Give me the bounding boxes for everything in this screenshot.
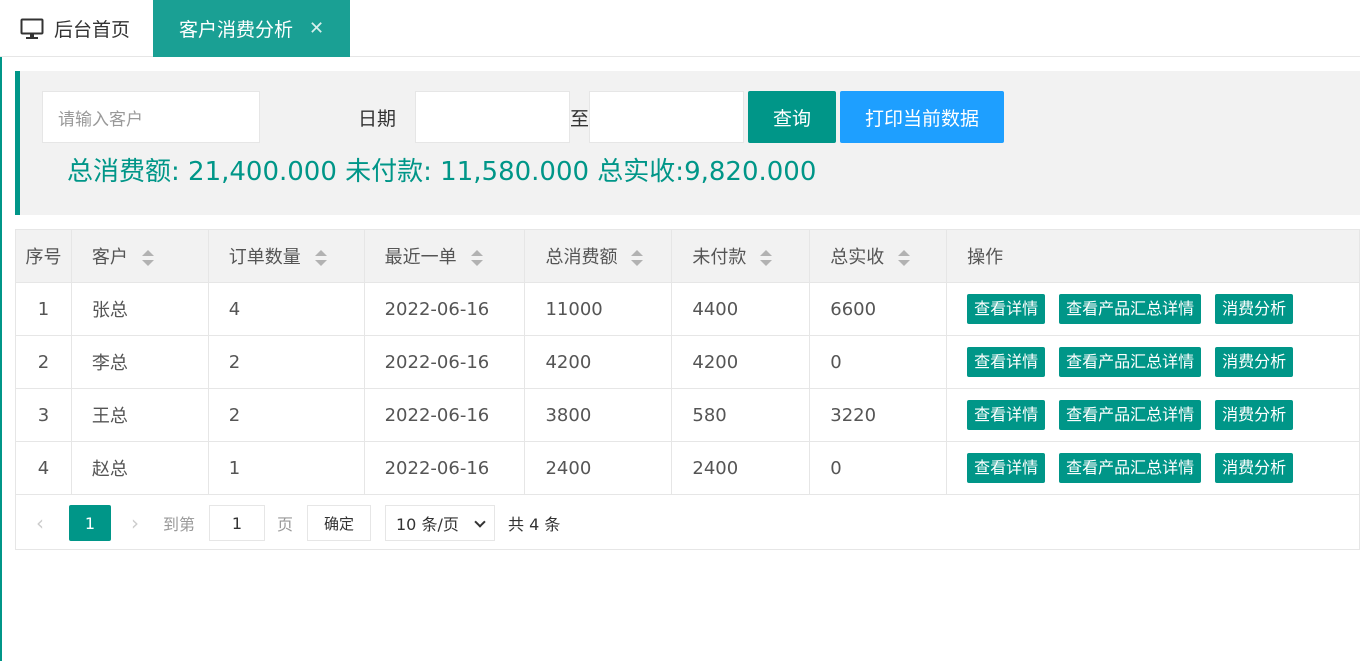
cell-total: 2400 xyxy=(524,441,673,495)
goto-label: 到第 xyxy=(163,515,196,534)
tab-bar: 后台首页 客户消费分析 ✕ xyxy=(0,0,1360,57)
page-number-input[interactable]: 1 xyxy=(209,505,265,541)
consumption-analysis-button[interactable]: 消费分析 xyxy=(1215,294,1294,324)
total-count-label: 共 4 条 xyxy=(508,515,561,534)
cell-orders: 1 xyxy=(207,441,365,495)
search-panel: 请输入客户 日期 至 查询 打印当前数据 总消费额: 21,400.000 未付… xyxy=(15,71,1360,215)
cell-unpaid: 4200 xyxy=(671,335,811,389)
header-total-label: 总消费额 xyxy=(545,247,618,268)
cell-customer: 王总 xyxy=(70,388,209,442)
view-detail-button[interactable]: 查看详情 xyxy=(967,294,1046,324)
cell-unpaid: 4400 xyxy=(671,282,811,336)
view-product-summary-button[interactable]: 查看产品汇总详情 xyxy=(1059,347,1202,377)
customer-table: 序号 客户 订单数量 最近一单 总消费额 未付款 总实收 操作 1 张总 4 2… xyxy=(15,229,1360,495)
table-row: 2 李总 2 2022-06-16 4200 4200 0 查看详情 查看产品汇总… xyxy=(15,335,1360,389)
cell-received: 3220 xyxy=(809,388,948,442)
customer-search-input[interactable]: 请输入客户 xyxy=(42,91,260,143)
cell-last-order: 2022-06-16 xyxy=(363,441,526,495)
header-customer-label: 客户 xyxy=(91,247,128,268)
cell-orders: 2 xyxy=(207,335,365,389)
header-received-label: 总实收 xyxy=(830,247,885,268)
left-accent-rail xyxy=(0,0,2,661)
consumption-analysis-button[interactable]: 消费分析 xyxy=(1215,400,1294,430)
pagination: ‹ 1 › 到第 1 页 确定 10 条/页 共 4 条 xyxy=(15,494,1360,550)
header-unpaid[interactable]: 未付款 xyxy=(671,229,811,283)
header-actions: 操作 xyxy=(946,229,1360,283)
query-button[interactable]: 查询 xyxy=(748,91,836,143)
header-orders[interactable]: 订单数量 xyxy=(207,229,365,283)
sort-icon[interactable] xyxy=(314,250,327,266)
table-row: 3 王总 2 2022-06-16 3800 580 3220 查看详情 查看产品… xyxy=(15,388,1360,442)
cell-orders: 4 xyxy=(207,282,365,336)
tab-customer-analysis[interactable]: 客户消费分析 ✕ xyxy=(153,0,350,57)
header-unpaid-label: 未付款 xyxy=(692,247,747,268)
tab-home-label: 后台首页 xyxy=(54,19,131,41)
cell-customer: 李总 xyxy=(70,335,209,389)
tab-home[interactable]: 后台首页 xyxy=(20,0,153,57)
consumption-analysis-button[interactable]: 消费分析 xyxy=(1215,347,1294,377)
cell-seq: 4 xyxy=(15,441,72,495)
cell-total: 4200 xyxy=(524,335,673,389)
cell-seq: 2 xyxy=(15,335,72,389)
summary-text: 总消费额: 21,400.000 未付款: 11,580.000 总实收:9,8… xyxy=(67,157,817,187)
monitor-icon xyxy=(20,18,44,39)
page-size-select[interactable]: 10 条/页 xyxy=(385,505,495,541)
view-detail-button[interactable]: 查看详情 xyxy=(967,347,1046,377)
sort-icon[interactable] xyxy=(470,250,483,266)
table-header-row: 序号 客户 订单数量 最近一单 总消费额 未付款 总实收 操作 xyxy=(15,229,1360,283)
cell-received: 0 xyxy=(809,441,948,495)
sort-icon[interactable] xyxy=(898,250,911,266)
header-received[interactable]: 总实收 xyxy=(809,229,948,283)
cell-received: 0 xyxy=(809,335,948,389)
cell-total: 3800 xyxy=(524,388,673,442)
view-detail-button[interactable]: 查看详情 xyxy=(967,453,1046,483)
cell-last-order: 2022-06-16 xyxy=(363,335,526,389)
consumption-analysis-button[interactable]: 消费分析 xyxy=(1215,453,1294,483)
header-last-order[interactable]: 最近一单 xyxy=(363,229,526,283)
cell-seq: 3 xyxy=(15,388,72,442)
table-row: 4 赵总 1 2022-06-16 2400 2400 0 查看详情 查看产品汇总… xyxy=(15,441,1360,495)
page-size-value: 10 条/页 xyxy=(396,515,459,534)
header-seq: 序号 xyxy=(15,229,72,283)
cell-orders: 2 xyxy=(207,388,365,442)
print-button[interactable]: 打印当前数据 xyxy=(840,91,1004,143)
cell-last-order: 2022-06-16 xyxy=(363,388,526,442)
sort-icon[interactable] xyxy=(760,250,773,266)
cell-last-order: 2022-06-16 xyxy=(363,282,526,336)
cell-unpaid: 580 xyxy=(671,388,811,442)
next-page-icon[interactable]: › xyxy=(131,505,139,541)
cell-actions: 查看详情 查看产品汇总详情 消费分析 xyxy=(946,282,1360,336)
header-customer[interactable]: 客户 xyxy=(70,229,209,283)
confirm-page-button[interactable]: 确定 xyxy=(307,505,371,541)
cell-customer: 张总 xyxy=(70,282,209,336)
cell-received: 6600 xyxy=(809,282,948,336)
end-date-input[interactable] xyxy=(589,91,744,143)
sort-icon[interactable] xyxy=(141,250,154,266)
close-icon[interactable]: ✕ xyxy=(309,18,324,39)
tab-active-label: 客户消费分析 xyxy=(178,19,293,41)
cell-actions: 查看详情 查看产品汇总详情 消费分析 xyxy=(946,335,1360,389)
view-product-summary-button[interactable]: 查看产品汇总详情 xyxy=(1059,453,1202,483)
cell-customer: 赵总 xyxy=(70,441,209,495)
header-last-order-label: 最近一单 xyxy=(384,247,457,268)
view-product-summary-button[interactable]: 查看产品汇总详情 xyxy=(1059,400,1202,430)
header-orders-label: 订单数量 xyxy=(228,247,301,268)
to-label: 至 xyxy=(570,108,590,130)
view-product-summary-button[interactable]: 查看产品汇总详情 xyxy=(1059,294,1202,324)
cell-actions: 查看详情 查看产品汇总详情 消费分析 xyxy=(946,388,1360,442)
cell-seq: 1 xyxy=(15,282,72,336)
current-page-button[interactable]: 1 xyxy=(69,505,111,541)
chevron-down-icon xyxy=(474,516,486,528)
prev-page-icon[interactable]: ‹ xyxy=(36,505,44,541)
cell-actions: 查看详情 查看产品汇总详情 消费分析 xyxy=(946,441,1360,495)
table-row: 1 张总 4 2022-06-16 11000 4400 6600 查看详情 查看… xyxy=(15,282,1360,336)
page-unit-label: 页 xyxy=(277,515,294,534)
sort-icon[interactable] xyxy=(631,250,644,266)
cell-unpaid: 2400 xyxy=(671,441,811,495)
start-date-input[interactable] xyxy=(415,91,570,143)
date-label: 日期 xyxy=(358,108,397,130)
view-detail-button[interactable]: 查看详情 xyxy=(967,400,1046,430)
cell-total: 11000 xyxy=(524,282,673,336)
header-total[interactable]: 总消费额 xyxy=(524,229,673,283)
